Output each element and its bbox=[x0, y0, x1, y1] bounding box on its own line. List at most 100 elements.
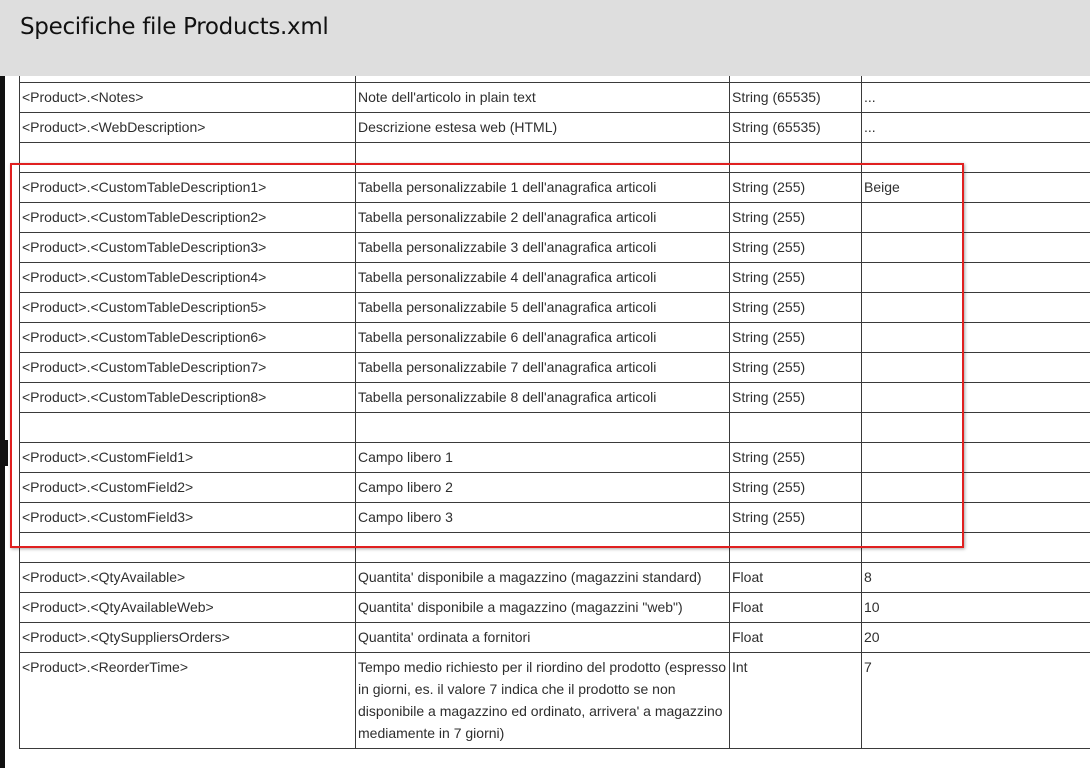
table-row: <Product>.<CustomField1> Campo libero 1 St… bbox=[19, 442, 1090, 473]
page-header: Specifiche file Products.xml bbox=[0, 0, 1090, 76]
example-cell: ... bbox=[861, 82, 1090, 113]
example-cell bbox=[861, 142, 1090, 173]
example-cell bbox=[861, 262, 1090, 293]
table-row: <Product>.<QtySuppliersOrders> Quantita' … bbox=[19, 622, 1090, 653]
type-cell: String (255) bbox=[729, 472, 862, 503]
example-cell bbox=[861, 382, 1090, 413]
table-row: <Product>.<CustomField3> Campo libero 3 St… bbox=[19, 502, 1090, 533]
table-row: <Product>.<CustomTableDescription6> Tabel… bbox=[19, 322, 1090, 353]
description-cell: Tabella personalizzabile 1 dell'anagrafi… bbox=[355, 172, 730, 203]
type-cell bbox=[729, 142, 862, 173]
left-edge-bar bbox=[0, 0, 5, 768]
type-cell: String (255) bbox=[729, 322, 862, 353]
type-cell bbox=[729, 412, 862, 443]
type-cell: String (255) bbox=[729, 232, 862, 263]
type-cell: String (255) bbox=[729, 382, 862, 413]
description-cell: Tabella personalizzabile 8 dell'anagrafi… bbox=[355, 382, 730, 413]
description-cell: Tabella personalizzabile 5 dell'anagrafi… bbox=[355, 292, 730, 323]
field-cell: <Product>.<CustomTableDescription1> bbox=[19, 172, 356, 203]
field-cell: <Product>.<QtyAvailable> bbox=[19, 562, 356, 593]
table-row: <Product>.<QtyAvailable> Quantita' dispon… bbox=[19, 562, 1090, 593]
left-edge-handle bbox=[0, 440, 8, 466]
example-cell bbox=[861, 292, 1090, 323]
example-cell bbox=[861, 232, 1090, 263]
field-cell bbox=[19, 142, 356, 173]
example-cell bbox=[861, 502, 1090, 533]
field-cell bbox=[19, 412, 356, 443]
example-cell bbox=[861, 202, 1090, 233]
description-cell: Descrizione estesa web (HTML) bbox=[355, 112, 730, 143]
type-cell bbox=[729, 532, 862, 563]
description-cell: Campo libero 2 bbox=[355, 472, 730, 503]
example-cell: 20 bbox=[861, 622, 1090, 653]
type-cell: String (255) bbox=[729, 352, 862, 383]
table-row: <Product>.<Notes> Note dell'articolo in p… bbox=[19, 82, 1090, 113]
type-cell: Float bbox=[729, 622, 862, 653]
type-cell: String (65535) bbox=[729, 112, 862, 143]
description-cell bbox=[355, 532, 730, 563]
field-cell: <Product>.<CustomTableDescription7> bbox=[19, 352, 356, 383]
field-cell: <Product>.<QtyAvailableWeb> bbox=[19, 592, 356, 623]
table-row: <Product>.<ReorderTime> Tempo medio richi… bbox=[19, 652, 1090, 749]
type-cell: String (255) bbox=[729, 172, 862, 203]
description-cell: Quantita' disponibile a magazzino (magaz… bbox=[355, 592, 730, 623]
type-cell: Float bbox=[729, 562, 862, 593]
description-cell: Campo libero 3 bbox=[355, 502, 730, 533]
field-cell: <Product>.<CustomField2> bbox=[19, 472, 356, 503]
field-cell: <Product>.<CustomTableDescription6> bbox=[19, 322, 356, 353]
example-cell: ... bbox=[861, 112, 1090, 143]
field-cell: <Product>.<CustomTableDescription4> bbox=[19, 262, 356, 293]
type-cell: String (255) bbox=[729, 442, 862, 473]
type-cell: String (255) bbox=[729, 292, 862, 323]
example-cell bbox=[861, 532, 1090, 563]
spec-table-container: <Product>.<Notes> Note dell'articolo in p… bbox=[19, 76, 1090, 749]
type-cell: String (255) bbox=[729, 502, 862, 533]
table-row: <Product>.<CustomTableDescription4> Tabel… bbox=[19, 262, 1090, 293]
table-row: <Product>.<CustomTableDescription8> Tabel… bbox=[19, 382, 1090, 413]
description-cell: Tabella personalizzabile 4 dell'anagrafi… bbox=[355, 262, 730, 293]
field-cell: <Product>.<CustomTableDescription3> bbox=[19, 232, 356, 263]
description-cell: Quantita' disponibile a magazzino (magaz… bbox=[355, 562, 730, 593]
description-cell: Note dell'articolo in plain text bbox=[355, 82, 730, 113]
description-cell bbox=[355, 412, 730, 443]
example-cell bbox=[861, 472, 1090, 503]
field-cell: <Product>.<CustomTableDescription5> bbox=[19, 292, 356, 323]
table-row: <Product>.<CustomTableDescription3> Tabel… bbox=[19, 232, 1090, 263]
field-cell bbox=[19, 532, 356, 563]
example-cell: 7 bbox=[861, 652, 1090, 749]
example-cell: Beige bbox=[861, 172, 1090, 203]
description-cell: Campo libero 1 bbox=[355, 442, 730, 473]
table-row: <Product>.<CustomField2> Campo libero 2 St… bbox=[19, 472, 1090, 503]
table-row bbox=[19, 532, 1090, 563]
field-cell: <Product>.<CustomField3> bbox=[19, 502, 356, 533]
description-cell: Tabella personalizzabile 6 dell'anagrafi… bbox=[355, 322, 730, 353]
type-cell: String (65535) bbox=[729, 82, 862, 113]
example-cell bbox=[861, 442, 1090, 473]
description-cell: Tabella personalizzabile 7 dell'anagrafi… bbox=[355, 352, 730, 383]
table-row: <Product>.<CustomTableDescription7> Tabel… bbox=[19, 352, 1090, 383]
field-cell: <Product>.<CustomTableDescription8> bbox=[19, 382, 356, 413]
example-cell: 10 bbox=[861, 592, 1090, 623]
field-cell: <Product>.<Notes> bbox=[19, 82, 356, 113]
spec-table: <Product>.<Notes> Note dell'articolo in p… bbox=[19, 76, 1090, 749]
description-cell: Tabella personalizzabile 3 dell'anagrafi… bbox=[355, 232, 730, 263]
description-cell: Tabella personalizzabile 2 dell'anagrafi… bbox=[355, 202, 730, 233]
table-row: <Product>.<CustomTableDescription2> Tabel… bbox=[19, 202, 1090, 233]
table-row bbox=[19, 412, 1090, 443]
table-row: <Product>.<CustomTableDescription1> Tabel… bbox=[19, 172, 1090, 203]
example-cell: 8 bbox=[861, 562, 1090, 593]
table-row: <Product>.<CustomTableDescription5> Tabel… bbox=[19, 292, 1090, 323]
type-cell: String (255) bbox=[729, 202, 862, 233]
example-cell bbox=[861, 322, 1090, 353]
page-title: Specifiche file Products.xml bbox=[20, 14, 329, 40]
field-cell: <Product>.<WebDescription> bbox=[19, 112, 356, 143]
field-cell: <Product>.<QtySuppliersOrders> bbox=[19, 622, 356, 653]
spec-table-body: <Product>.<Notes> Note dell'articolo in p… bbox=[19, 76, 1090, 749]
field-cell: <Product>.<ReorderTime> bbox=[19, 652, 356, 749]
table-row: <Product>.<QtyAvailableWeb> Quantita' dis… bbox=[19, 592, 1090, 623]
description-cell: Quantita' ordinata a fornitori bbox=[355, 622, 730, 653]
table-row bbox=[19, 142, 1090, 173]
type-cell: String (255) bbox=[729, 262, 862, 293]
field-cell: <Product>.<CustomField1> bbox=[19, 442, 356, 473]
description-cell: Tempo medio richiesto per il riordino de… bbox=[355, 652, 730, 749]
